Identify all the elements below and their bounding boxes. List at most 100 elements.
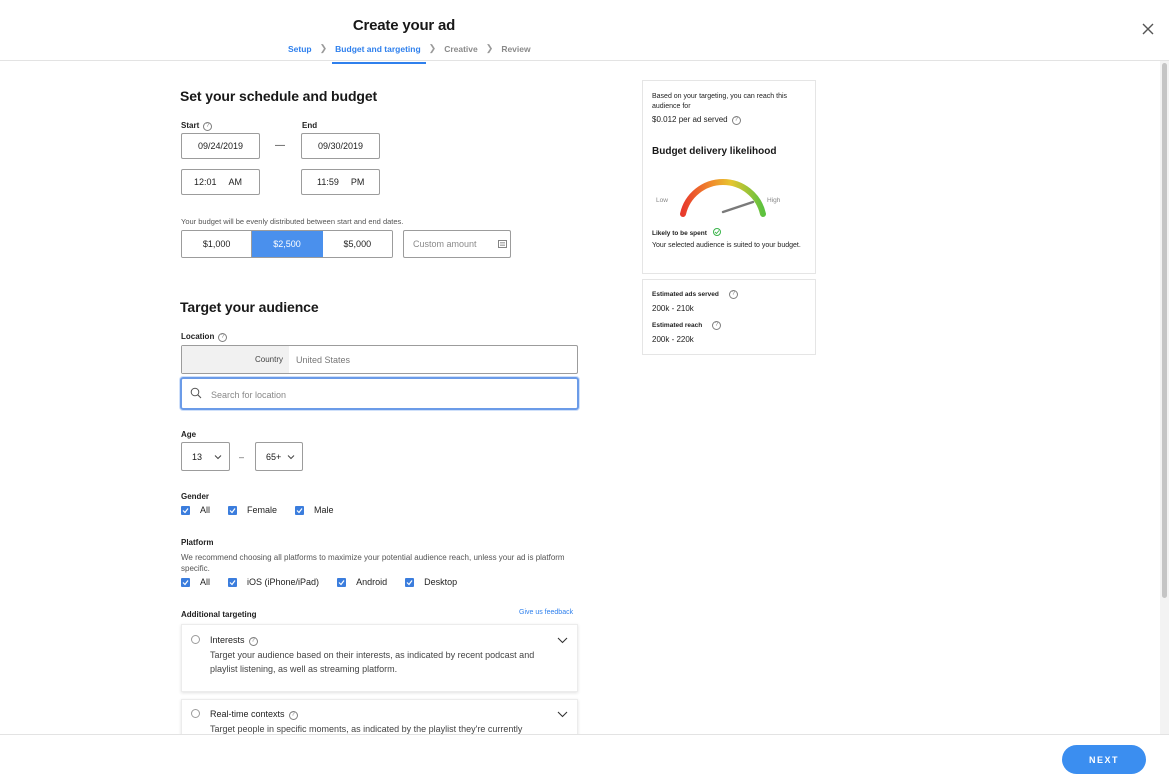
custom-amount-input[interactable]: Custom amount <box>403 230 511 258</box>
targeting-card-interests[interactable]: Interests? Target your audience based on… <box>181 624 578 692</box>
chevron-down-icon[interactable] <box>557 637 568 644</box>
platform-ios-checkbox[interactable] <box>228 577 238 587</box>
step-review[interactable]: Review <box>501 44 530 64</box>
scrollbar-thumb[interactable] <box>1162 63 1167 598</box>
close-icon[interactable] <box>1141 22 1155 36</box>
est-reach-value: 200k - 220k <box>652 335 694 344</box>
likely-description: Your selected audience is suited to your… <box>652 242 801 249</box>
additional-targeting-label: Additional targeting <box>181 610 257 619</box>
start-time-value: 12:01 <box>194 177 217 187</box>
gender-all-label: All <box>200 505 211 515</box>
platform-all-checkbox[interactable] <box>181 577 190 587</box>
age-dash: – <box>239 452 245 462</box>
platform-all-label: All <box>200 577 211 587</box>
chevron-right-icon: ❯ <box>319 43 328 53</box>
help-icon[interactable]: ? <box>712 321 722 330</box>
custom-amount-placeholder: Custom amount <box>413 239 477 249</box>
end-time-input[interactable]: 11:59 PM <box>301 169 380 195</box>
interests-description: Target your audience based on their inte… <box>210 650 535 674</box>
gender-options: All Female Male <box>181 505 352 515</box>
help-icon[interactable]: ? <box>731 116 741 125</box>
reach-note: Based on your targeting, you can reach t… <box>652 93 788 110</box>
step-setup[interactable]: Setup <box>288 44 312 64</box>
budget-5000-button[interactable]: $5,000 <box>322 231 392 257</box>
gauge-low-label: Low <box>656 197 668 204</box>
start-label: Start? <box>181 121 213 131</box>
end-ampm[interactable]: PM <box>351 177 365 187</box>
location-label: Location? <box>181 332 228 342</box>
gender-female-label: Female <box>247 505 278 515</box>
platform-desktop-label: Desktop <box>424 577 458 587</box>
platform-desktop-checkbox[interactable] <box>405 577 415 587</box>
gauge-high-label: High <box>767 197 781 204</box>
likelihood-title: Budget delivery likelihood <box>652 146 777 157</box>
age-min-select[interactable]: 13 <box>181 442 230 471</box>
start-time-input[interactable]: 12:01 AM <box>181 169 260 195</box>
budget-2500-button[interactable]: $2,500 <box>252 231 323 257</box>
schedule-section-title: Set your schedule and budget <box>180 88 378 104</box>
age-max-value: 65+ <box>266 451 282 462</box>
end-label: End <box>302 121 318 130</box>
platform-label: Platform <box>181 538 214 547</box>
search-icon <box>190 387 202 399</box>
age-label: Age <box>181 430 197 439</box>
platform-note: We recommend choosing all platforms to m… <box>181 553 565 573</box>
price-panel: Based on your targeting, you can reach t… <box>642 80 816 135</box>
page-title: Create your ad <box>352 17 456 34</box>
chevron-down-icon <box>214 455 222 460</box>
budget-options: $1,000 $2,500 $5,000 <box>181 230 393 258</box>
end-time-value: 11:59 <box>317 177 339 187</box>
budget-note: Your budget will be evenly distributed b… <box>181 217 404 226</box>
chevron-right-icon: ❯ <box>485 43 494 53</box>
step-creative[interactable]: Creative <box>444 44 478 64</box>
gender-male-label: Male <box>314 505 334 515</box>
estimates-panel: Estimated ads served? 200k - 210k Estima… <box>642 279 816 355</box>
est-reach-label-wrap: Estimated reach? <box>652 321 722 331</box>
check-icon <box>712 228 721 236</box>
help-icon[interactable]: ? <box>218 333 228 342</box>
est-ads-value: 200k - 210k <box>652 304 694 313</box>
audience-section-title: Target your audience <box>180 299 319 315</box>
start-date-input[interactable]: 09/24/2019 <box>181 133 260 159</box>
location-field[interactable]: Country United States <box>181 345 578 374</box>
realtime-radio[interactable] <box>191 709 200 718</box>
chevron-right-icon: ❯ <box>428 43 437 53</box>
chevron-down-icon[interactable] <box>557 711 568 718</box>
age-min-value: 13 <box>192 451 203 462</box>
gender-male-checkbox[interactable] <box>295 505 305 515</box>
footer: NEXT <box>0 734 1169 780</box>
interests-radio[interactable] <box>191 635 200 644</box>
gender-label: Gender <box>181 492 210 501</box>
location-search-input[interactable]: Search for location <box>180 377 579 410</box>
date-dash: — <box>275 140 285 151</box>
help-icon[interactable]: ? <box>728 290 738 299</box>
platform-android-checkbox[interactable] <box>337 577 347 587</box>
targeting-card-realtime[interactable]: Real-time contexts? Target people in spe… <box>181 699 578 739</box>
calculator-icon <box>498 240 507 248</box>
next-button[interactable]: NEXT <box>1062 745 1146 774</box>
budget-1000-button[interactable]: $1,000 <box>182 231 253 257</box>
location-type: Country <box>182 346 289 373</box>
help-icon[interactable]: ? <box>203 122 213 131</box>
likelihood-panel: Budget delivery likelihood Low High Like… <box>642 134 816 274</box>
budget-gauge <box>680 179 766 217</box>
location-value: United States <box>296 355 351 365</box>
start-ampm[interactable]: AM <box>229 177 243 187</box>
platform-ios-label: iOS (iPhone/iPad) <box>247 577 320 587</box>
platform-android-label: Android <box>356 577 388 587</box>
end-date-input[interactable]: 09/30/2019 <box>301 133 380 159</box>
gender-female-checkbox[interactable] <box>228 505 238 515</box>
help-icon[interactable]: ? <box>248 637 258 646</box>
help-icon[interactable]: ? <box>288 711 298 720</box>
feedback-link[interactable]: Give us feedback <box>519 609 573 616</box>
age-max-select[interactable]: 65+ <box>255 442 303 471</box>
price-wrap: $0.012 per ad served? <box>652 115 741 125</box>
step-nav: Setup ❯ Budget and targeting ❯ Creative … <box>288 43 531 64</box>
header: Create your ad Setup ❯ Budget and target… <box>0 0 1169 64</box>
gender-all-checkbox[interactable] <box>181 505 190 515</box>
platform-options: All iOS (iPhone/iPad) Android Desktop <box>181 577 475 587</box>
realtime-title-wrap: Real-time contexts? <box>210 709 298 720</box>
step-budget-targeting[interactable]: Budget and targeting <box>332 44 427 64</box>
likely-label-wrap: Likely to be spent <box>652 228 721 239</box>
chevron-down-icon <box>287 455 295 460</box>
